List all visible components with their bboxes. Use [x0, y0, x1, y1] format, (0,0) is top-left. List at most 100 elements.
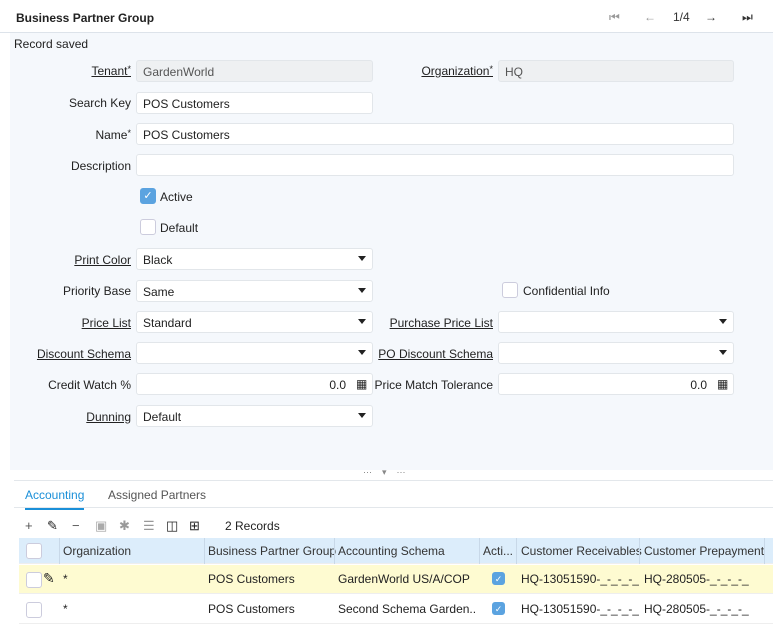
- required-mark: *: [127, 128, 131, 138]
- purchase-price-list-select[interactable]: [498, 311, 734, 333]
- column-divider: [639, 538, 640, 564]
- chevron-down-icon: [719, 350, 727, 355]
- window-header: Business Partner Group ⏮ ← 1/4 → ⏭: [0, 0, 773, 33]
- discount-schema-select[interactable]: [136, 342, 373, 364]
- tenant-field[interactable]: GardenWorld: [136, 60, 373, 82]
- price-list-label: Price List: [81, 316, 131, 330]
- po-discount-schema-select[interactable]: [498, 342, 734, 364]
- chevron-down-icon: [358, 256, 366, 261]
- add-icon[interactable]: +: [25, 518, 33, 533]
- chevron-down-icon: [358, 319, 366, 324]
- column-divider: [516, 538, 517, 564]
- print-color-value: Black: [143, 253, 173, 267]
- splitter-handle[interactable]: ⋯ ▾ ⋯: [363, 467, 406, 478]
- cell-accounting-schema: GardenWorld US/A/COP: [338, 572, 470, 586]
- dunning-select[interactable]: Default: [136, 405, 373, 427]
- column-header-customer-prepayment[interactable]: Customer Prepayment: [644, 544, 764, 558]
- column-header-accounting-schema[interactable]: Accounting Schema: [338, 544, 445, 558]
- window-title: Business Partner Group: [16, 11, 155, 25]
- cell-accounting-schema: Second Schema Garden...: [338, 602, 476, 616]
- gear-icon[interactable]: ✱: [119, 518, 130, 534]
- organization-label-text: Organization: [421, 64, 490, 78]
- column-divider: [479, 538, 480, 564]
- column-header-bp-group[interactable]: Business Partner Group: [208, 544, 336, 558]
- description-field[interactable]: [136, 154, 734, 176]
- column-header-customer-receivables[interactable]: Customer Receivables: [521, 544, 642, 558]
- column-divider: [204, 538, 205, 564]
- grid-header: Organization Business Partner Group Acco…: [19, 538, 773, 564]
- grid-view-icon[interactable]: ⊞: [189, 518, 200, 534]
- checklist-icon[interactable]: ☰: [143, 518, 155, 534]
- purchase-price-list-label: Purchase Price List: [389, 316, 493, 330]
- name-label-text: Name: [95, 128, 128, 142]
- tab-accounting[interactable]: Accounting: [25, 488, 85, 510]
- default-checkbox[interactable]: [140, 219, 156, 235]
- tenant-label-text: Tenant: [91, 64, 128, 78]
- last-record-icon[interactable]: ⏭: [742, 10, 753, 25]
- table-row[interactable]: * POS Customers Second Schema Garden... …: [19, 595, 773, 624]
- discount-schema-label: Discount Schema: [36, 347, 131, 361]
- price-match-tolerance-field[interactable]: 0.0: [498, 373, 734, 395]
- chevron-down-icon: [358, 413, 366, 418]
- price-list-select[interactable]: Standard: [136, 311, 373, 333]
- search-key-field[interactable]: POS Customers: [136, 92, 373, 114]
- row-checkbox[interactable]: [26, 572, 42, 588]
- active-label: Active: [160, 190, 193, 204]
- priority-base-value: Same: [143, 285, 175, 299]
- column-header-active[interactable]: Acti...: [483, 544, 513, 558]
- chevron-down-icon: [719, 319, 727, 324]
- cell-active-checkbox[interactable]: ✓: [492, 602, 505, 615]
- cell-active-checkbox[interactable]: ✓: [492, 572, 505, 585]
- cell-bp-group: POS Customers: [208, 572, 295, 586]
- name-field[interactable]: POS Customers: [136, 123, 734, 145]
- price-match-tolerance-label: Price Match Tolerance: [374, 378, 494, 392]
- table-row[interactable]: ✎ * POS Customers GardenWorld US/A/COP ✓…: [19, 565, 773, 594]
- column-divider: [764, 538, 765, 564]
- calculator-icon[interactable]: ▦: [717, 377, 728, 391]
- delete-icon[interactable]: −: [72, 518, 80, 533]
- required-mark: *: [489, 64, 493, 74]
- credit-watch-label: Credit Watch %: [48, 378, 131, 392]
- calculator-icon[interactable]: ▦: [356, 377, 367, 391]
- confidential-info-checkbox[interactable]: [502, 282, 518, 298]
- po-discount-schema-label: PO Discount Schema: [378, 347, 493, 361]
- row-checkbox[interactable]: [26, 602, 42, 618]
- required-mark: *: [127, 64, 131, 74]
- tab-assigned-partners[interactable]: Assigned Partners: [108, 488, 206, 502]
- print-color-select[interactable]: Black: [136, 248, 373, 270]
- description-label: Description: [70, 159, 131, 173]
- save-icon[interactable]: ▣: [95, 518, 107, 534]
- organization-field[interactable]: HQ: [498, 60, 734, 82]
- name-label: Name*: [11, 128, 131, 142]
- edit-row-icon[interactable]: ✎: [43, 570, 55, 587]
- cell-organization: *: [63, 602, 68, 616]
- credit-watch-field[interactable]: 0.0: [136, 373, 373, 395]
- column-divider: [59, 538, 60, 564]
- edit-icon[interactable]: ✎: [47, 518, 58, 534]
- select-all-checkbox[interactable]: [26, 543, 42, 559]
- cell-customer-prepayment: HQ-280505-_-_-_-_: [644, 602, 749, 616]
- dunning-label: Dunning: [86, 410, 131, 424]
- cell-customer-prepayment: HQ-280505-_-_-_-_: [644, 572, 749, 586]
- status-message: Record saved: [14, 37, 89, 51]
- previous-record-icon[interactable]: ←: [644, 10, 656, 24]
- column-header-organization[interactable]: Organization: [63, 544, 131, 558]
- organization-label: Organization*: [373, 64, 493, 78]
- cell-customer-receivables: HQ-13051590-_-_-_-_: [521, 602, 640, 616]
- record-position: 1/4: [673, 10, 690, 24]
- cell-customer-receivables: HQ-13051590-_-_-_-_: [521, 572, 640, 586]
- next-record-icon[interactable]: →: [705, 10, 717, 24]
- column-divider: [334, 538, 335, 564]
- confidential-info-label: Confidential Info: [523, 284, 610, 298]
- cell-organization: *: [63, 572, 68, 586]
- price-list-value: Standard: [143, 316, 192, 330]
- detail-tabs: Accounting Assigned Partners: [14, 480, 773, 510]
- split-view-icon[interactable]: ◫: [166, 518, 178, 534]
- active-checkbox[interactable]: ✓: [140, 188, 156, 204]
- dunning-value: Default: [143, 410, 182, 424]
- print-color-label: Print Color: [74, 253, 131, 267]
- priority-base-select[interactable]: Same: [136, 280, 373, 302]
- first-record-icon[interactable]: ⏮: [609, 10, 620, 25]
- tenant-label: Tenant*: [11, 64, 131, 78]
- cell-bp-group: POS Customers: [208, 602, 295, 616]
